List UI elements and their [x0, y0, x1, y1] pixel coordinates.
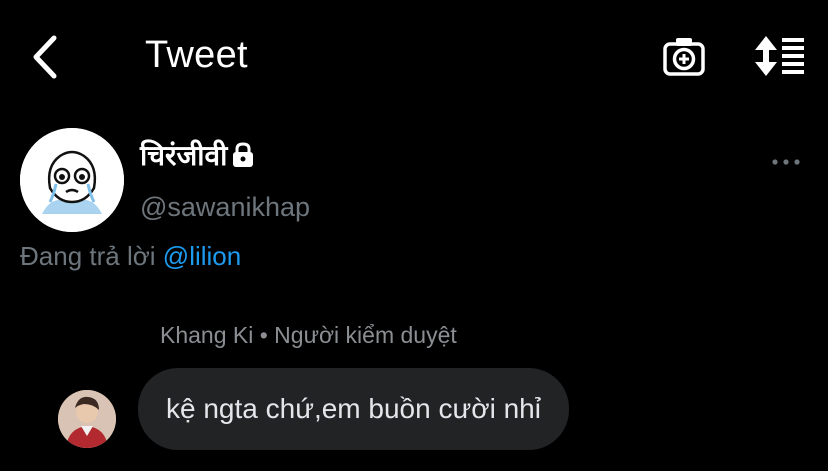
- display-name-text: चिरंजीवी: [140, 139, 228, 172]
- comment-bubble: kệ ngta chứ,em buồn cười nhỉ: [138, 368, 569, 450]
- more-horizontal-icon: [772, 159, 800, 165]
- replying-to: Đang trả lời @lilion: [20, 241, 241, 272]
- replying-to-label: Đang trả lời: [20, 241, 156, 271]
- more-options-button[interactable]: [770, 150, 802, 174]
- top-bar: Tweet: [0, 0, 828, 115]
- sort-replies-button[interactable]: [752, 34, 806, 78]
- mention-link[interactable]: @lilion: [163, 241, 241, 271]
- lock-icon: [231, 142, 255, 168]
- back-button[interactable]: [28, 32, 68, 82]
- comment-author-avatar: [58, 390, 116, 448]
- camera-add-icon: [663, 38, 705, 76]
- comment-author-meta: Khang Ki • Người kiểm duyệt: [160, 322, 457, 348]
- author-handle[interactable]: @sawanikhap: [140, 192, 310, 223]
- person-avatar-image: [58, 390, 116, 448]
- page-title: Tweet: [145, 34, 248, 76]
- chevron-left-icon: [33, 35, 57, 79]
- add-photo-button[interactable]: [662, 36, 706, 78]
- author-avatar[interactable]: [20, 128, 124, 232]
- comment-text: kệ ngta chứ,em buồn cười nhỉ: [166, 393, 541, 424]
- author-display-name[interactable]: चिरंजीवी: [140, 136, 255, 174]
- crying-face-avatar-image: [20, 128, 124, 232]
- sort-icon: [755, 36, 804, 76]
